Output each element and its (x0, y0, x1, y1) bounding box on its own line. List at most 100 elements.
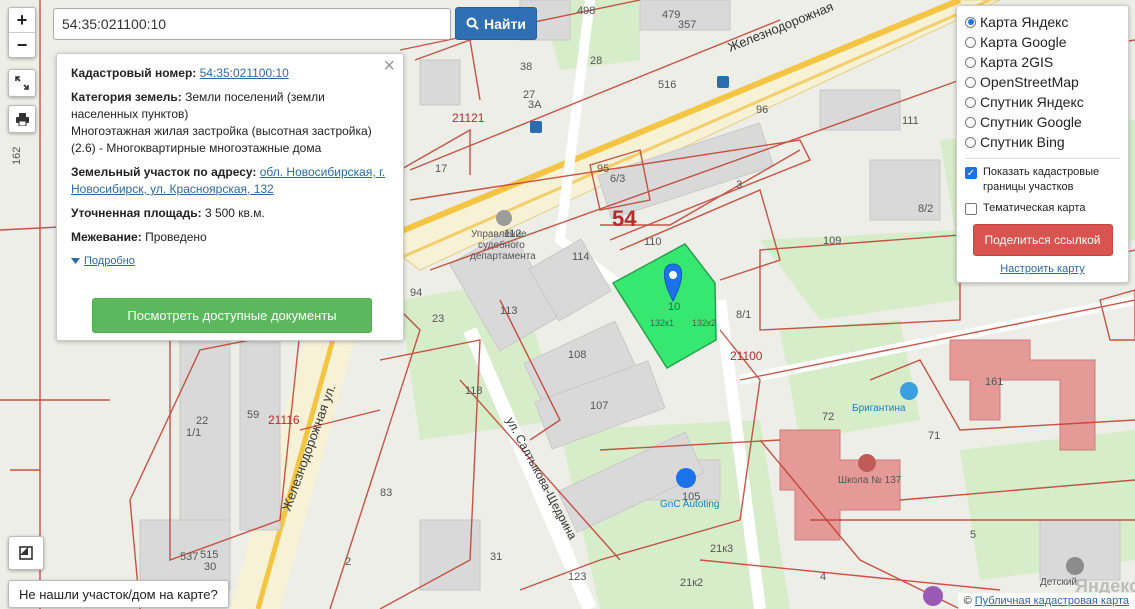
svg-text:537: 537 (180, 551, 198, 563)
not-found-button[interactable]: Не нашли участок/дом на карте? (8, 580, 229, 608)
address-label: Земельный участок по адресу: (71, 165, 257, 179)
map-layer-option-label: OpenStreetMap (980, 74, 1079, 90)
svg-text:72: 72 (822, 411, 834, 423)
svg-text:95: 95 (597, 163, 609, 175)
svg-text:38: 38 (520, 61, 532, 73)
map-place-label: Бригантина (852, 403, 906, 414)
search-icon (466, 17, 479, 30)
radio-unselected-icon (965, 96, 976, 108)
svg-text:31: 31 (490, 551, 502, 563)
land-usage-text: Многоэтажная жилая застройка (высотная з… (71, 124, 372, 155)
details-toggle-label: Подробно (84, 255, 135, 267)
thematic-map-label: Тематическая карта (983, 202, 1086, 214)
map-layer-option[interactable]: Карта Яндекс (965, 12, 1120, 32)
svg-text:357: 357 (678, 19, 696, 31)
area-label: Уточненная площадь: (71, 206, 202, 220)
radio-unselected-icon (965, 136, 976, 148)
poi-marker-icon[interactable] (676, 468, 696, 488)
svg-text:118: 118 (465, 385, 483, 397)
map-layer-option-label: Карта Яндекс (980, 14, 1069, 30)
show-cadastral-checkbox[interactable]: ✓ Показать кадастровые границы участков (965, 165, 1120, 195)
ruler-icon (19, 546, 33, 560)
print-button[interactable] (8, 105, 36, 133)
poi-marker-icon[interactable] (923, 586, 943, 606)
fullscreen-button[interactable] (8, 69, 36, 97)
map-layer-option[interactable]: Карта 2GIS (965, 52, 1120, 72)
poi-marker-icon[interactable] (858, 454, 876, 472)
cadastral-number-link[interactable]: 54:35:021100:10 (200, 66, 289, 80)
radio-unselected-icon (965, 36, 976, 48)
svg-text:105: 105 (682, 491, 700, 503)
divider (965, 158, 1120, 159)
share-link-button[interactable]: Поделиться ссылкой (972, 224, 1113, 256)
radio-unselected-icon (965, 116, 976, 128)
svg-text:22: 22 (196, 415, 208, 427)
expand-icon (15, 76, 29, 90)
details-toggle[interactable]: Подробно (71, 253, 389, 270)
configure-map-link[interactable]: Настроить карту (965, 263, 1120, 275)
svg-text:108: 108 (568, 349, 586, 361)
map-place-label: Детский (1040, 577, 1077, 588)
svg-text:10: 10 (668, 301, 680, 313)
svg-text:132к2: 132к2 (692, 318, 716, 328)
survey-value: Проведено (145, 230, 207, 244)
svg-text:59: 59 (247, 409, 259, 421)
map-layer-option-label: Спутник Яндекс (980, 94, 1084, 110)
ruler-button[interactable] (8, 536, 44, 570)
search-button-label: Найти (484, 15, 526, 32)
view-documents-button[interactable]: Посмотреть доступные документы (92, 298, 372, 333)
transit-stop-icon[interactable] (717, 76, 729, 88)
poi-marker-icon[interactable] (1066, 557, 1084, 575)
svg-text:8/2: 8/2 (918, 203, 933, 215)
map-layer-option[interactable]: Спутник Bing (965, 132, 1120, 152)
map-layer-option[interactable]: Спутник Яндекс (965, 92, 1120, 112)
map-layer-option[interactable]: OpenStreetMap (965, 72, 1120, 92)
map-place-label: департамента (470, 251, 536, 262)
search-input[interactable] (53, 8, 451, 40)
svg-text:109: 109 (823, 235, 841, 247)
show-cadastral-label: Показать кадастровые границы участков (983, 166, 1100, 193)
thematic-map-checkbox[interactable]: Тематическая карта (965, 201, 1120, 216)
map-layer-option[interactable]: Спутник Google (965, 112, 1120, 132)
svg-text:4: 4 (820, 571, 826, 583)
public-cadastral-map-link[interactable]: Публичная кадастровая карта (975, 595, 1129, 607)
svg-text:21к2: 21к2 (680, 577, 703, 589)
svg-text:83: 83 (380, 487, 392, 499)
zoom-out-button[interactable]: − (9, 32, 35, 57)
search-button[interactable]: Найти (455, 7, 537, 40)
poi-marker-icon[interactable] (496, 210, 512, 226)
svg-text:113: 113 (500, 305, 518, 317)
map-label-block: 21121 (452, 111, 485, 125)
radio-selected-icon (965, 16, 976, 28)
area-value: 3 500 кв.м. (204, 206, 265, 220)
map-label-block: 21116 (268, 413, 300, 427)
svg-text:132к1: 132к1 (650, 318, 674, 328)
transit-stop-icon[interactable] (530, 121, 542, 133)
svg-text:71: 71 (928, 430, 940, 442)
parcel-info-panel: × Кадастровый номер: 54:35:021100:10 Кат… (56, 53, 404, 341)
svg-text:6/3: 6/3 (610, 173, 625, 185)
printer-icon (15, 113, 29, 126)
svg-text:111: 111 (902, 115, 919, 127)
radio-unselected-icon (965, 56, 976, 68)
map-layer-option-label: Карта 2GIS (980, 54, 1054, 70)
checkbox-checked-icon: ✓ (965, 167, 977, 179)
map-layer-option[interactable]: Карта Google (965, 32, 1120, 52)
svg-text:5: 5 (970, 529, 976, 541)
map-layer-option-label: Спутник Bing (980, 134, 1065, 150)
svg-text:107: 107 (590, 400, 608, 412)
survey-label: Межевание: (71, 230, 142, 244)
svg-text:2: 2 (345, 556, 351, 568)
svg-text:123: 123 (568, 571, 586, 583)
zoom-in-button[interactable]: + (9, 8, 35, 32)
svg-text:21к3: 21к3 (710, 543, 733, 555)
map-label-block-54: 54 (612, 206, 637, 231)
land-category-label: Категория земель: (71, 90, 182, 104)
close-icon[interactable]: × (383, 56, 395, 76)
svg-text:110: 110 (644, 236, 662, 248)
svg-text:23: 23 (432, 313, 444, 325)
triangle-down-icon (71, 258, 80, 264)
svg-text:94: 94 (410, 287, 422, 299)
map-layer-option-label: Спутник Google (980, 114, 1082, 130)
poi-marker-icon[interactable] (900, 382, 918, 400)
